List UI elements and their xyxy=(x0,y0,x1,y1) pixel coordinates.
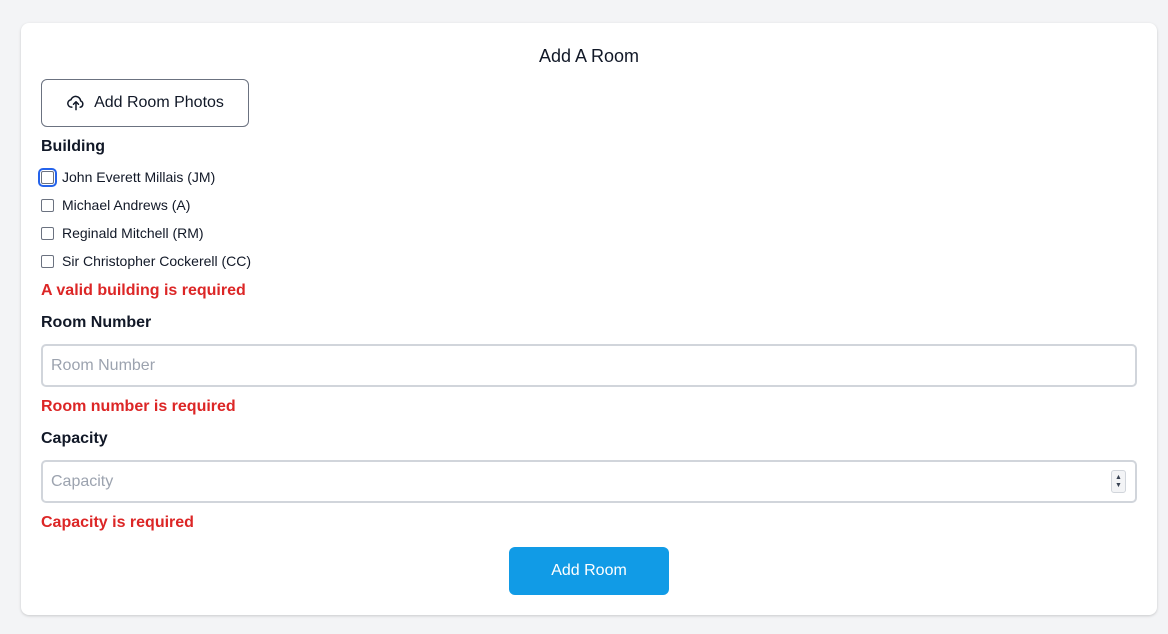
building-label: Building xyxy=(41,138,105,155)
room-number-input[interactable]: Room Number xyxy=(41,344,1137,387)
chevron-down-icon[interactable]: ▼ xyxy=(1115,482,1122,490)
building-error: A valid building is required xyxy=(41,282,246,299)
building-checkbox-cc[interactable] xyxy=(41,254,54,268)
room-number-placeholder: Room Number xyxy=(51,356,156,374)
building-option-label: Reginald Mitchell (RM) xyxy=(62,225,204,241)
chevron-up-icon[interactable]: ▲ xyxy=(1115,474,1122,482)
building-checkbox-a[interactable] xyxy=(41,198,54,212)
add-room-photos-label: Add Room Photos xyxy=(94,94,224,111)
cloud-upload-icon xyxy=(66,93,86,113)
room-number-error: Room number is required xyxy=(41,398,236,415)
add-room-photos-button[interactable]: Add Room Photos xyxy=(41,79,249,127)
building-option-a[interactable]: Michael Andrews (A) xyxy=(41,195,190,215)
building-option-rm[interactable]: Reginald Mitchell (RM) xyxy=(41,223,204,243)
add-room-button[interactable]: Add Room xyxy=(509,547,669,595)
room-number-label: Room Number xyxy=(41,314,152,331)
building-option-jm[interactable]: John Everett Millais (JM) xyxy=(38,167,216,187)
capacity-stepper[interactable]: ▲ ▼ xyxy=(1111,470,1126,493)
building-option-cc[interactable]: Sir Christopher Cockerell (CC) xyxy=(41,251,251,271)
building-option-label: John Everett Millais (JM) xyxy=(62,169,216,185)
capacity-label: Capacity xyxy=(41,430,108,447)
building-checkbox-rm[interactable] xyxy=(41,226,54,240)
capacity-input[interactable]: Capacity ▲ ▼ xyxy=(41,460,1137,503)
building-option-label: Sir Christopher Cockerell (CC) xyxy=(62,253,252,269)
building-option-label: Michael Andrews (A) xyxy=(62,197,191,213)
add-room-card: Add A Room Add Room Photos Building John… xyxy=(21,23,1157,615)
capacity-error: Capacity is required xyxy=(41,514,194,531)
building-checkbox-jm[interactable] xyxy=(38,167,57,187)
capacity-placeholder: Capacity xyxy=(51,472,114,490)
form-title: Add A Room xyxy=(538,46,640,66)
